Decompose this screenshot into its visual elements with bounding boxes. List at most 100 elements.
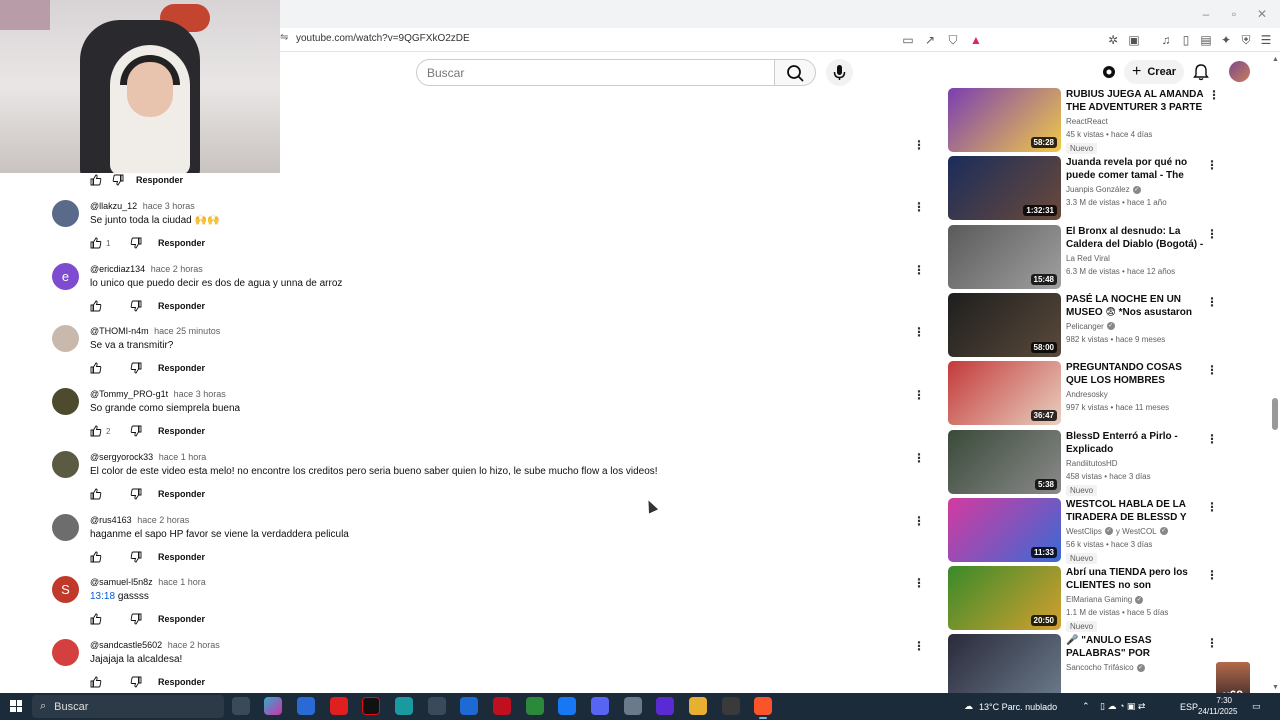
reply-button[interactable]: Responder [158,552,205,562]
video-menu-icon[interactable]: ⋮ [1206,363,1218,377]
dislike-icon[interactable] [130,551,142,563]
comment-menu-icon[interactable]: ⋮ [912,514,926,528]
comment-menu-icon[interactable]: ⋮ [912,639,926,653]
commenter-avatar[interactable] [52,388,79,416]
reply-button[interactable]: Responder [158,489,205,499]
like-icon[interactable] [90,237,102,249]
comment-author[interactable]: @samuel-l5n8z [90,577,153,587]
comment-author[interactable]: @rus4163 [90,515,132,525]
video-card[interactable]: 🎤 "ANULO ESAS PALABRAS" POR CULOTAURO ES… [948,634,1218,700]
video-card[interactable]: 20:50 Abrí una TIENDA pero los CLIENTES … [948,566,1218,633]
video-thumbnail[interactable]: 15:48 [948,224,1061,289]
video-title[interactable]: RUBIUS JUEGA AL AMANDA THE ADVENTURER 3 … [1066,88,1204,114]
sidebar-icon[interactable]: ▯ [1178,32,1194,48]
reply-button[interactable]: Responder [158,363,205,373]
video-thumbnail[interactable]: 1:32:31 [948,156,1061,221]
comment-author[interactable]: @Tommy_PRO-g1t [90,389,168,399]
video-menu-icon[interactable]: ⋮ [1206,432,1218,446]
video-title[interactable]: BlessD Enterró a Pirlo - Explicado [1066,430,1204,456]
video-card[interactable]: 11:33 WESTCOL HABLA DE LA TIRADERA DE BL… [948,497,1218,564]
video-thumbnail[interactable]: 11:33 [948,497,1061,562]
comment-menu-icon[interactable]: ⋮ [912,138,926,152]
reply-button[interactable]: Responder [158,677,205,687]
video-title[interactable]: WESTCOL HABLA DE LA TIRADERA DE BLESSD Y… [1066,498,1204,524]
app-icon[interactable] [428,697,446,715]
channel-name[interactable]: Pelicanger [1066,322,1104,331]
comment-time[interactable]: hace 3 horas [174,389,226,399]
video-title[interactable]: Juanda revela por qué no puede comer tam… [1066,156,1204,182]
video-card[interactable]: 15:48 El Bronx al desnudo: La Caldera de… [948,224,1218,291]
video-card[interactable]: 5:38 BlessD Enterró a Pirlo - Explicado … [948,429,1218,496]
account-avatar[interactable] [1229,61,1250,82]
comment-author[interactable]: @THOMI-n4m [90,326,149,336]
netflix-icon[interactable] [362,697,380,715]
scroll-down-arrow[interactable]: ▼ [1272,684,1279,691]
app-icon-2[interactable] [656,697,674,715]
search-button[interactable] [774,59,816,86]
store-icon[interactable] [297,697,315,715]
comment-author[interactable]: @sandcastle5602 [90,640,162,650]
reply-button[interactable]: Responder [158,426,205,436]
video-thumbnail[interactable] [948,634,1061,699]
opera-icon[interactable] [493,697,511,715]
comment-time[interactable]: hace 1 hora [159,452,207,462]
channel-name[interactable]: La Red Viral [1066,254,1110,263]
tray-icons[interactable]: ▯ ☁ ◔ ▣ ⇄ [1100,693,1145,720]
screenshot-icon[interactable]: ▣ [1126,32,1142,48]
video-menu-icon[interactable]: ⋮ [1206,500,1218,514]
reply-button[interactable]: Responder [158,614,205,624]
create-button[interactable]: + Crear [1124,60,1184,84]
comment-time[interactable]: hace 3 horas [143,201,195,211]
comment-menu-icon[interactable]: ⋮ [912,200,926,214]
video-card[interactable]: 1:32:31 Juanda revela por qué no puede c… [948,156,1218,222]
comment-author[interactable]: @sergyorock33 [90,452,153,462]
scroll-up-arrow[interactable]: ▲ [1272,56,1279,63]
task-view-icon[interactable] [232,697,250,715]
leo-ai-icon[interactable]: ✦ [1218,32,1234,48]
wallet-icon[interactable]: ▤ [1198,32,1214,48]
like-icon[interactable] [90,613,102,625]
commenter-avatar[interactable]: e [52,262,79,290]
dislike-icon[interactable] [112,174,124,186]
commenter-avatar[interactable] [52,325,79,353]
chrome-icon[interactable] [526,697,544,715]
video-menu-icon[interactable]: ⋮ [1206,158,1218,172]
file-explorer-icon[interactable] [689,697,707,715]
comment-menu-icon[interactable]: ⋮ [912,325,926,339]
channel-name[interactable]: RandiitutosHD [1066,459,1118,468]
comment-time[interactable]: hace 1 hora [158,577,206,587]
reply-button[interactable]: Responder [158,238,205,248]
dislike-icon[interactable] [130,425,142,437]
dislike-icon[interactable] [130,362,142,374]
comment-author[interactable]: @ericdiaz134 [90,264,145,274]
comment-menu-icon[interactable]: ⋮ [912,451,926,465]
channel-name[interactable]: ElMariana Gaming [1066,595,1132,604]
video-card[interactable]: 58:28 RUBIUS JUEGA AL AMANDA THE ADVENTU… [948,88,1218,154]
voice-search-button[interactable] [826,59,853,86]
video-thumbnail[interactable]: 58:28 [948,88,1061,152]
video-menu-icon[interactable]: ⋮ [1206,568,1218,582]
video-thumbnail[interactable]: 58:00 [948,292,1061,357]
clock[interactable]: 7:30 24/11/2025 [1198,695,1237,717]
like-icon[interactable] [90,362,102,374]
brave-icon[interactable] [754,697,772,719]
facebook-icon[interactable] [558,697,576,715]
vpn-icon[interactable]: ⛨ [1238,32,1254,48]
search-field[interactable] [416,59,774,86]
weather-widget[interactable]: ☁ 13°C Parc. nublado [964,693,1057,720]
cast-icon[interactable]: ▭ [900,32,916,48]
video-thumbnail[interactable]: 5:38 [948,429,1061,494]
search-input[interactable] [417,60,774,85]
discord-icon[interactable] [591,697,609,715]
reply-button[interactable]: Responder [136,175,183,185]
comment-time[interactable]: hace 25 minutos [154,326,220,336]
channel-name[interactable]: Juanpis González [1066,185,1130,194]
brave-rewards-icon[interactable]: ▲ [968,32,984,48]
video-thumbnail[interactable]: 20:50 [948,566,1061,631]
commenter-avatar[interactable] [52,450,79,478]
start-button[interactable] [10,700,22,712]
brave-shield-icon[interactable]: ⛉ [945,32,961,48]
minimize-button[interactable]: – [1196,6,1216,22]
channel-name-2[interactable]: y WestCOL [1116,527,1157,536]
extensions-icon[interactable]: ✲ [1105,32,1121,48]
